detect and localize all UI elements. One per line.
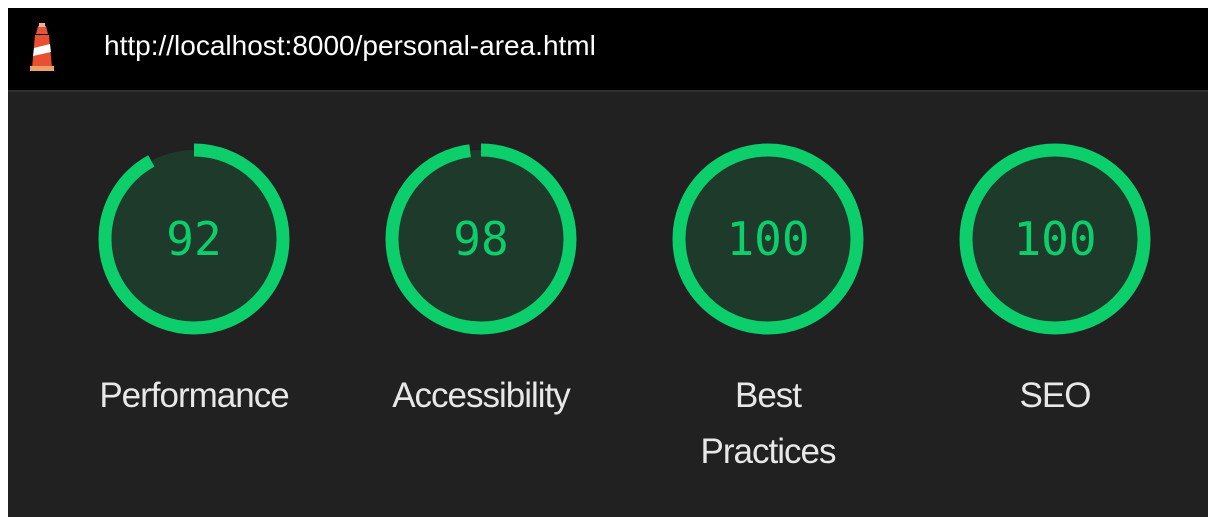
gauge-seo[interactable]: 100 (957, 141, 1153, 337)
gauge-label-best-practices: Best Practices (700, 376, 837, 471)
gauge-best-practices[interactable]: 100 (670, 141, 866, 337)
gauge-label-performance: Performance (99, 376, 289, 415)
page-url: http://localhost:8000/personal-area.html (104, 30, 596, 61)
gauge-score: 100 (1013, 212, 1097, 266)
gauge-label-seo: SEO (1019, 376, 1092, 415)
gauge-accessibility[interactable]: 98 (383, 141, 579, 337)
gauge-score: 98 (453, 212, 509, 266)
url-bar: http://localhost:8000/personal-area.html (8, 8, 1208, 92)
lighthouse-icon (30, 23, 54, 71)
gauge-performance[interactable]: 92 (96, 141, 292, 337)
gauge-label-accessibility: Accessibility (392, 376, 571, 415)
gauge-score: 100 (726, 212, 810, 266)
gauge-score: 92 (166, 212, 222, 266)
